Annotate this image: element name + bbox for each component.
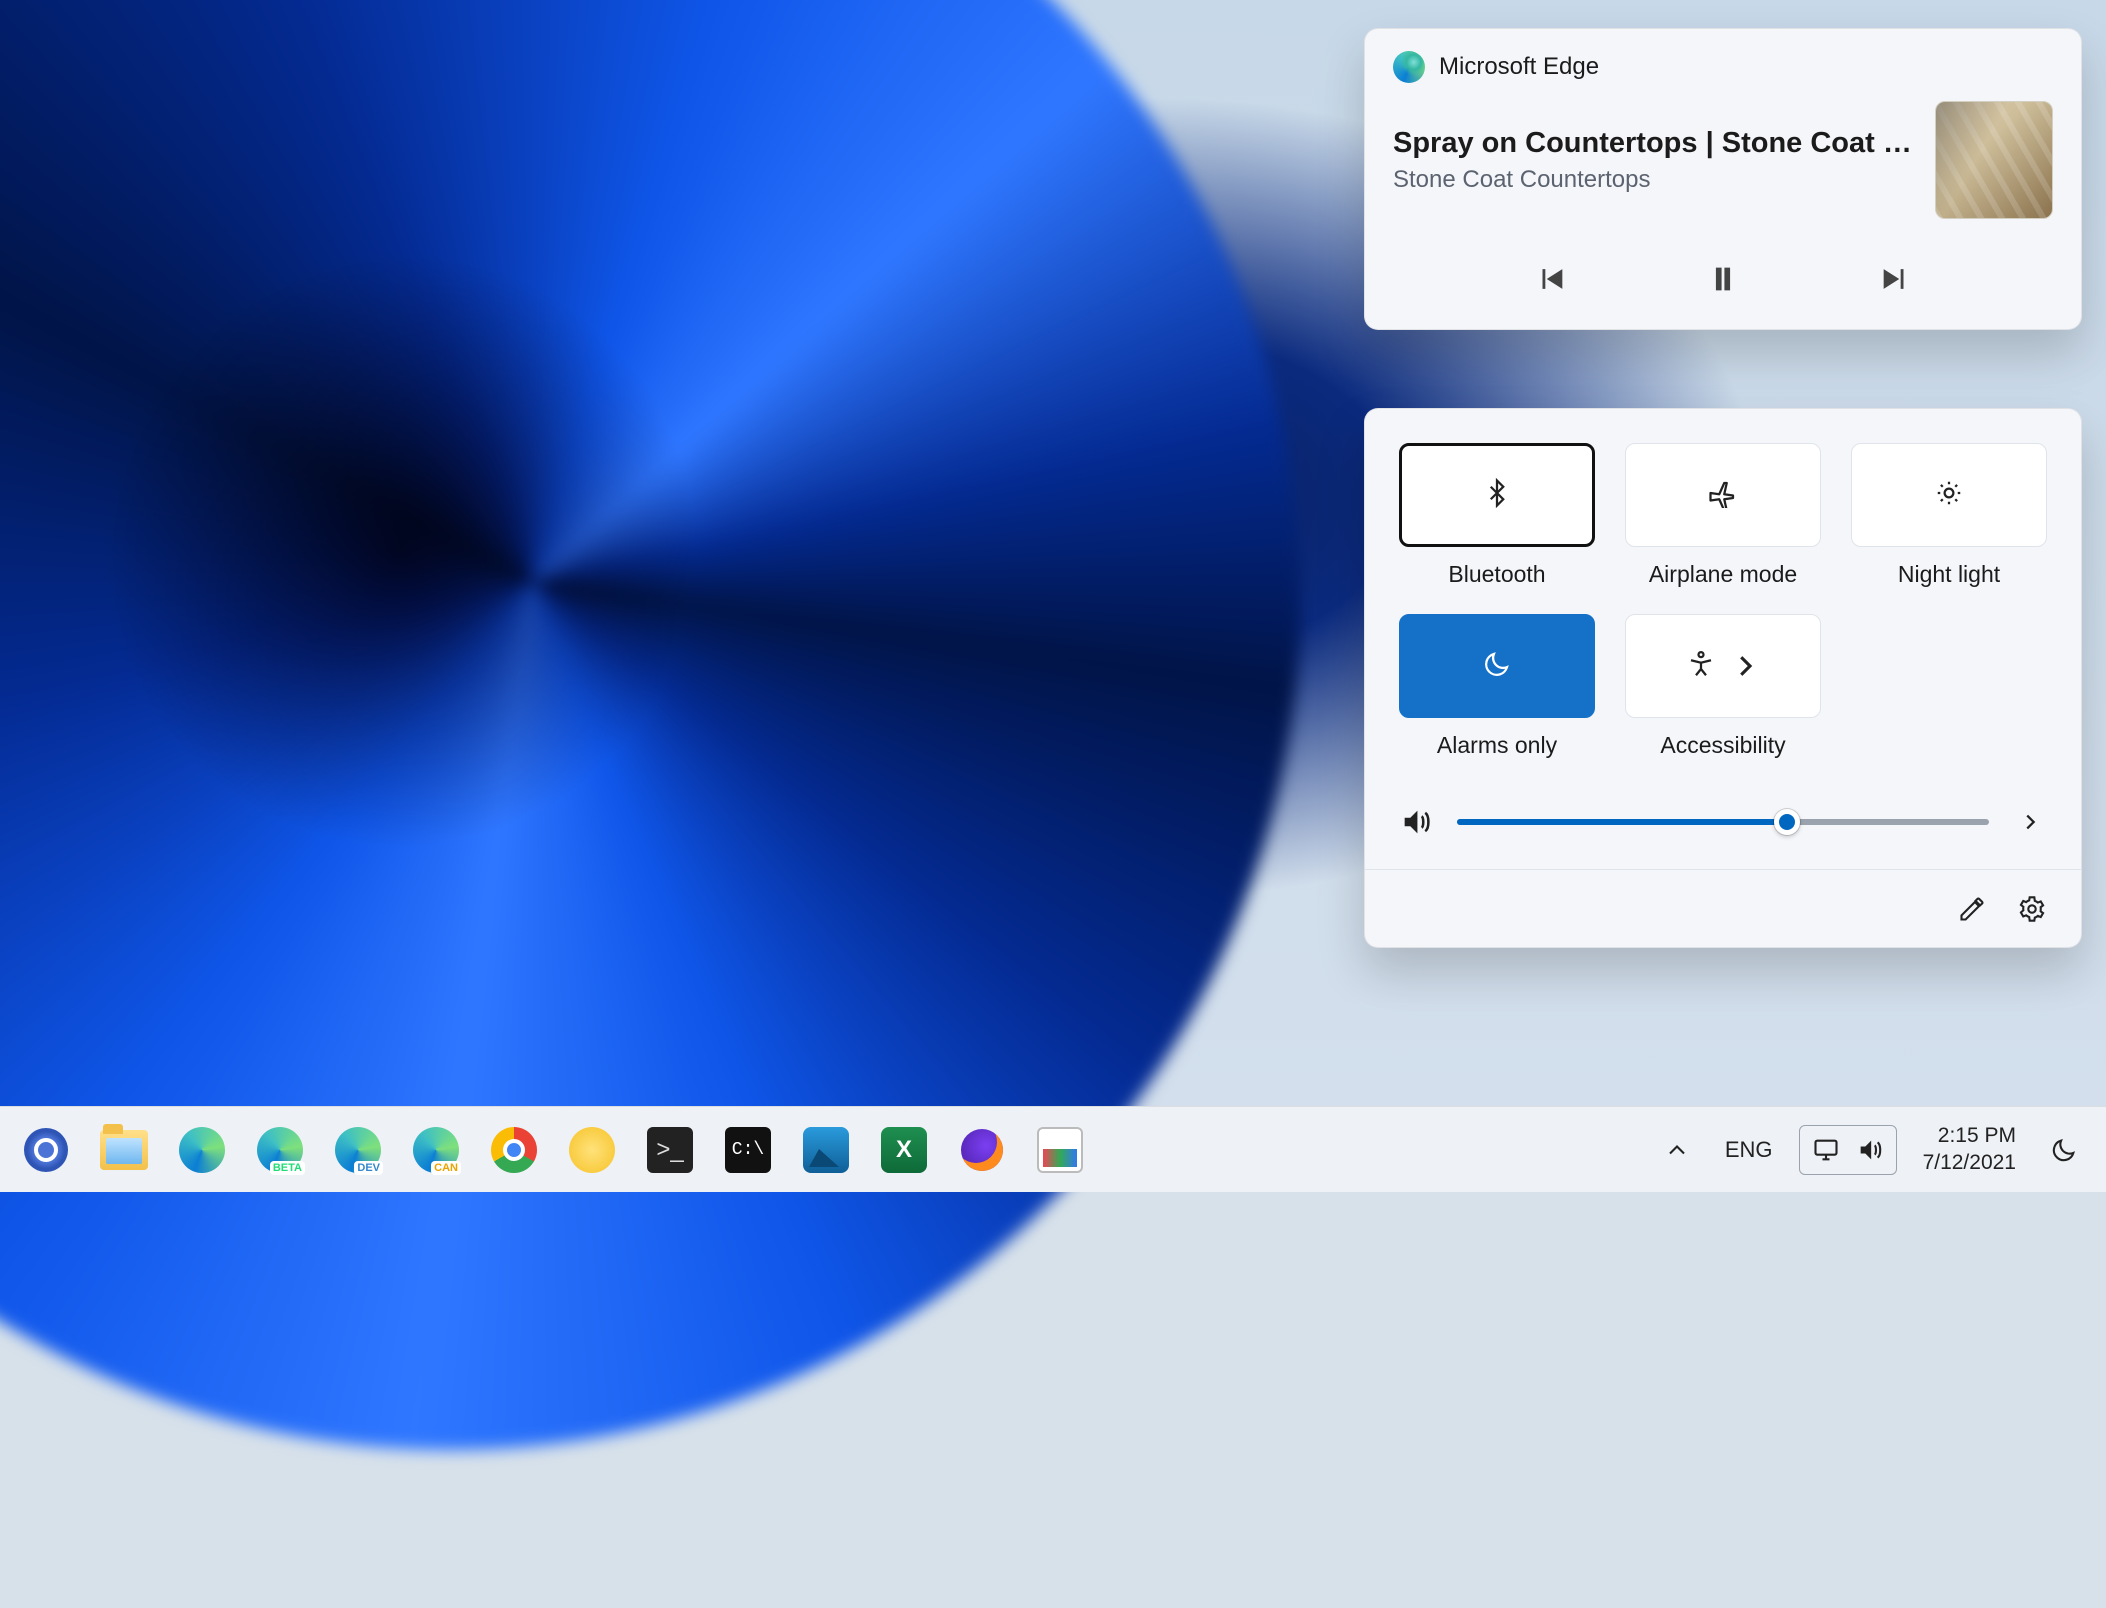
taskbar-settings-icon[interactable] xyxy=(14,1118,78,1182)
taskbar-firefox-icon[interactable] xyxy=(950,1118,1014,1182)
taskbar-image-viewer-icon[interactable] xyxy=(1028,1118,1092,1182)
terminal-icon: C:\ xyxy=(724,1126,772,1174)
edit-quick-settings-button[interactable] xyxy=(1945,882,1999,936)
media-source-app: Microsoft Edge xyxy=(1439,53,1599,81)
taskbar-photos-icon[interactable] xyxy=(794,1118,858,1182)
chrome-canary-icon xyxy=(568,1126,616,1174)
skip-next-icon xyxy=(1878,262,1912,296)
tile-accessibility[interactable] xyxy=(1625,614,1821,718)
tile-night-light[interactable] xyxy=(1851,443,2047,547)
bluetooth-icon xyxy=(1482,478,1512,513)
volume-slider[interactable] xyxy=(1457,809,1989,835)
edge-icon xyxy=(178,1126,226,1174)
firefox-icon xyxy=(958,1126,1006,1174)
moon-icon xyxy=(1482,649,1512,684)
tile-label: Night light xyxy=(1898,561,2000,588)
quick-settings-panel: Bluetooth Airplane mode Night light Alarms … xyxy=(1364,408,2082,948)
tile-alarms-only[interactable] xyxy=(1399,614,1595,718)
media-artist: Stone Coat Countertops xyxy=(1393,166,1917,194)
edge-icon xyxy=(1393,51,1425,83)
edge-dev-icon: DEV xyxy=(334,1126,382,1174)
clock-time: 2:15 PM xyxy=(1923,1123,2016,1149)
slider-fill xyxy=(1457,819,1787,825)
tile-label: Airplane mode xyxy=(1649,561,1797,588)
edge-canary-icon: CAN xyxy=(412,1126,460,1174)
accessibility-icon xyxy=(1686,649,1716,684)
tile-bluetooth[interactable] xyxy=(1399,443,1595,547)
clock-button[interactable]: 2:15 PM 7/12/2021 xyxy=(1915,1125,2024,1175)
settings-icon xyxy=(22,1126,70,1174)
tray-overflow-button[interactable] xyxy=(1655,1125,1699,1175)
edge-beta-icon: BETA xyxy=(256,1126,304,1174)
night-light-icon xyxy=(1934,478,1964,513)
taskbar-terminal-icon[interactable]: C:\ xyxy=(716,1118,780,1182)
moon-icon xyxy=(2050,1136,2078,1164)
volume-output-button[interactable] xyxy=(2013,805,2047,839)
focus-assist-tray-button[interactable] xyxy=(2042,1125,2086,1175)
taskbar-excel-icon[interactable]: X xyxy=(872,1118,936,1182)
taskbar-edge-canary-icon[interactable]: CAN xyxy=(404,1118,468,1182)
media-source-header: Microsoft Edge xyxy=(1393,51,2053,83)
tile-label: Accessibility xyxy=(1660,732,1785,759)
chevron-right-icon xyxy=(1730,651,1760,681)
play-pause-button[interactable] xyxy=(1697,253,1749,305)
media-control-panel: Microsoft Edge Spray on Countertops | St… xyxy=(1364,28,2082,330)
taskbar-file-explorer-icon[interactable] xyxy=(92,1118,156,1182)
taskbar-edge-dev-icon[interactable]: DEV xyxy=(326,1118,390,1182)
gear-icon xyxy=(2018,895,2046,923)
taskbar-chrome-canary-icon[interactable] xyxy=(560,1118,624,1182)
pencil-icon xyxy=(1958,895,1986,923)
dev-prompt-icon: >_ xyxy=(646,1126,694,1174)
media-thumbnail xyxy=(1935,101,2053,219)
chevron-up-icon xyxy=(1663,1136,1691,1164)
image-viewer-icon xyxy=(1036,1126,1084,1174)
pause-icon xyxy=(1706,262,1740,296)
tile-airplane-mode[interactable] xyxy=(1625,443,1821,547)
monitor-icon xyxy=(1812,1136,1840,1164)
taskbar: BETA DEV CAN >_ C:\ X ENG 2:15 PM 7/12/2021 xyxy=(0,1106,2106,1192)
clock-date: 7/12/2021 xyxy=(1923,1150,2016,1176)
slider-thumb[interactable] xyxy=(1774,809,1800,835)
skip-previous-icon xyxy=(1534,262,1568,296)
chrome-icon xyxy=(490,1126,538,1174)
airplane-icon xyxy=(1708,478,1738,513)
taskbar-edge-beta-icon[interactable]: BETA xyxy=(248,1118,312,1182)
photos-icon xyxy=(802,1126,850,1174)
tile-label: Alarms only xyxy=(1437,732,1557,759)
volume-icon[interactable] xyxy=(1399,805,1433,839)
system-tray: ENG 2:15 PM 7/12/2021 xyxy=(1655,1125,2092,1175)
taskbar-chrome-icon[interactable] xyxy=(482,1118,546,1182)
network-volume-button[interactable] xyxy=(1799,1125,1897,1175)
settings-button[interactable] xyxy=(2005,882,2059,936)
language-indicator[interactable]: ENG xyxy=(1717,1125,1781,1175)
speaker-icon xyxy=(1856,1136,1884,1164)
chevron-right-icon xyxy=(2019,811,2041,833)
next-track-button[interactable] xyxy=(1869,253,1921,305)
media-title: Spray on Countertops | Stone Coat E… xyxy=(1393,127,1917,160)
file-explorer-icon xyxy=(100,1126,148,1174)
taskbar-dev-prompt-icon[interactable]: >_ xyxy=(638,1118,702,1182)
previous-track-button[interactable] xyxy=(1525,253,1577,305)
excel-icon: X xyxy=(880,1126,928,1174)
tile-label: Bluetooth xyxy=(1448,561,1545,588)
taskbar-edge-icon[interactable] xyxy=(170,1118,234,1182)
